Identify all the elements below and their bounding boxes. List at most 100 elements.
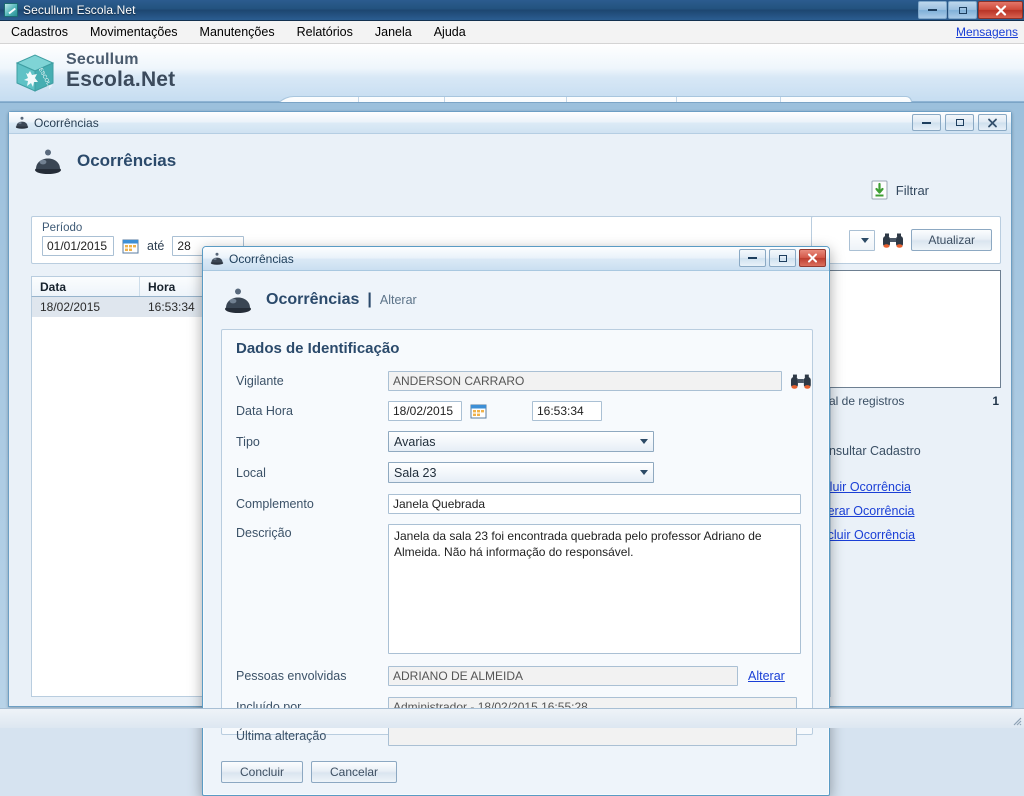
child-minimize-button[interactable]	[912, 114, 941, 131]
action-links: Incluir Ocorrência Alterar Ocorrência Ex…	[811, 480, 1001, 542]
descricao-textarea[interactable]	[388, 524, 801, 654]
brand-line-2: Escola.Net	[66, 67, 176, 91]
pessoas-envolvidas-input[interactable]	[388, 666, 738, 686]
child-close-button[interactable]	[978, 114, 1007, 131]
complemento-input[interactable]	[388, 494, 801, 514]
period-start-input[interactable]	[42, 236, 114, 256]
label-local: Local	[236, 465, 266, 480]
identification-data-panel: Dados de Identificação Vigilante ANDERSO…	[221, 329, 813, 746]
hora-input[interactable]	[532, 401, 602, 421]
label-tipo: Tipo	[236, 434, 260, 449]
right-panel-toolbar: Atualizar	[811, 216, 1001, 264]
label-pessoas-envolvidas: Pessoas envolvidas	[236, 669, 347, 683]
dialog-title: Ocorrências	[229, 251, 294, 266]
menu-item-ajuda[interactable]: Ajuda	[423, 22, 477, 42]
brand-line-1: Secullum	[66, 51, 139, 68]
child-window-titlebar: Ocorrências	[9, 112, 1011, 134]
binoculars-icon[interactable]	[882, 232, 904, 248]
field-row-tipo: Tipo Avarias	[222, 431, 812, 452]
local-value: Sala 23	[394, 465, 437, 480]
data-input[interactable]	[388, 401, 462, 421]
link-alterar-ocorrencia[interactable]: Alterar Ocorrência	[813, 504, 1001, 518]
status-bar	[0, 708, 1024, 728]
police-helmet-icon	[210, 252, 224, 265]
police-helmet-icon	[225, 288, 251, 313]
field-row-ultima-alteracao: Última alteração	[222, 726, 812, 746]
dialog-restore-button[interactable]	[769, 249, 796, 267]
local-select[interactable]: Sala 23	[388, 462, 654, 483]
field-row-complemento: Complemento	[222, 494, 812, 514]
calendar-icon[interactable]	[470, 403, 487, 419]
close-icon	[988, 118, 997, 127]
binoculars-icon[interactable]	[790, 373, 812, 389]
link-alterar-pessoas[interactable]: Alterar	[748, 669, 785, 683]
column-header-data[interactable]: Data	[32, 277, 140, 296]
close-icon	[995, 4, 1006, 16]
menu-item-relatorios[interactable]: Relatórios	[286, 22, 364, 42]
vigilante-input[interactable]	[388, 371, 783, 391]
child-window-controls	[912, 114, 1007, 131]
tipo-value: Avarias	[394, 434, 436, 449]
page-title: Ocorrências	[77, 151, 177, 170]
link-excluir-ocorrencia[interactable]: Excluir Ocorrência	[813, 528, 1001, 542]
section-title: Dados de Identificação	[236, 340, 400, 357]
period-separator-label: até	[147, 239, 165, 253]
download-filter-icon	[871, 180, 888, 200]
dialog-header: Ocorrências | Alterar	[203, 271, 829, 323]
label-data-hora: Data Hora	[236, 404, 293, 418]
minimize-button[interactable]	[918, 1, 947, 19]
calendar-icon[interactable]	[122, 238, 139, 254]
filter-label: Filtrar	[895, 182, 929, 198]
cancel-button[interactable]: Cancelar	[311, 761, 398, 783]
dialog-header-separator: |	[367, 291, 372, 308]
child-window-title: Ocorrências	[34, 115, 99, 130]
field-row-pessoas-envolvidas: Pessoas envolvidas Alterar	[222, 666, 812, 686]
filter-type-combo[interactable]	[849, 229, 876, 251]
brand-band: ESCOLA Secullum Escola.Net Pessoas	[0, 44, 1024, 144]
secullum-logo-icon	[4, 3, 18, 17]
page-header: Ocorrências	[9, 134, 1011, 182]
menu-bar: Cadastros Movimentações Manutenções Rela…	[0, 21, 1024, 44]
police-helmet-icon	[35, 149, 61, 174]
dialog-titlebar: Ocorrências	[203, 247, 829, 271]
chevron-down-icon	[861, 237, 870, 243]
dialog-header-title: Ocorrências	[266, 291, 360, 308]
label-complemento: Complemento	[236, 497, 314, 511]
close-button[interactable]	[978, 1, 1023, 19]
application-window: Secullum Escola.Net Cadastros Movimentaç…	[0, 0, 1024, 796]
menu-item-movimentacoes[interactable]: Movimentações	[79, 22, 189, 42]
refresh-button[interactable]: Atualizar	[911, 229, 992, 251]
menu-item-cadastros[interactable]: Cadastros	[0, 22, 79, 42]
dialog-window-controls	[739, 249, 826, 267]
field-row-data-hora: Data Hora	[222, 401, 812, 421]
field-row-descricao: Descrição	[222, 524, 812, 654]
chevron-down-icon	[640, 439, 648, 444]
total-records-row: Total de registros 1	[811, 394, 1001, 408]
child-restore-button[interactable]	[945, 114, 974, 131]
window-controls	[918, 1, 1023, 19]
maximize-button[interactable]	[948, 1, 977, 19]
window-title: Secullum Escola.Net	[23, 3, 136, 17]
filter-button[interactable]: Filtrar	[870, 180, 929, 200]
dialog-close-button[interactable]	[799, 249, 826, 267]
dialog-header-mode: Alterar	[379, 293, 417, 307]
results-listbox[interactable]	[811, 270, 1001, 388]
ultima-alteracao-input	[388, 726, 797, 746]
chevron-down-icon	[640, 470, 648, 475]
consult-registry-label: Consultar Cadastro	[813, 444, 921, 458]
messages-link[interactable]: Mensagens	[956, 25, 1018, 39]
close-icon	[808, 253, 817, 263]
window-titlebar: Secullum Escola.Net	[0, 0, 1024, 21]
tipo-select[interactable]: Avarias	[388, 431, 654, 452]
total-records-value: 1	[992, 394, 999, 408]
resize-grip-icon[interactable]	[1010, 714, 1022, 726]
label-vigilante: Vigilante	[236, 374, 284, 388]
dialog-minimize-button[interactable]	[739, 249, 766, 267]
confirm-button[interactable]: Concluir	[221, 761, 304, 783]
link-incluir-ocorrencia[interactable]: Incluir Ocorrência	[813, 480, 1001, 494]
field-row-local: Local Sala 23	[222, 462, 812, 483]
label-descricao: Descrição	[236, 526, 292, 540]
menu-item-manutencoes[interactable]: Manutenções	[189, 22, 286, 42]
menu-item-janela[interactable]: Janela	[364, 22, 423, 42]
dialog-footer: Concluir Cancelar	[221, 761, 398, 783]
